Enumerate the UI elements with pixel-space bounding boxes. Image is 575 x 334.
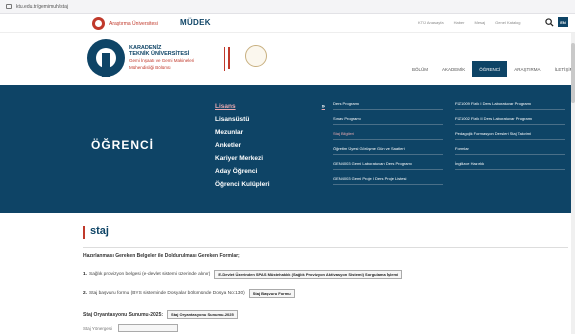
menu-mezunlar-label: Mezunlar (215, 129, 244, 136)
nav-akademik[interactable]: AKADEMİK (435, 61, 472, 77)
menu-lisans[interactable]: Lisans » (215, 100, 325, 113)
submenu-item[interactable]: Sınav Programı (333, 115, 443, 125)
top-links: KTÜ Anasayfa Haber Mesaj Genel Katalog (418, 20, 521, 25)
anniversary-text: Araştırma Üniversitesi (109, 20, 158, 27)
requirement-1: 1. Sağlık provizyon belgesi (e-devlet si… (83, 270, 403, 279)
submenu-item[interactable]: Öğretim Üyesi Görüşme Gün ve Saatleri (333, 145, 443, 155)
language-en-button[interactable]: EN (558, 17, 568, 27)
nav-arastirma[interactable]: ARAŞTIRMA (507, 61, 547, 77)
requirement-2-number: 2. (83, 291, 88, 296)
dept-emblem-icon (228, 47, 233, 69)
requirement-2-text: Staj başvuru formu (BYS sisteminde Dosya… (89, 291, 245, 296)
title-accent-bar (83, 226, 85, 239)
menu-anketler[interactable]: Anketler (215, 139, 325, 152)
menu-lisansustu-label: Lisansüstü (215, 116, 250, 123)
submenu-item[interactable]: FIZ1009 Fizik I Ders Laboratuvar Program… (455, 100, 565, 110)
next-button[interactable] (118, 324, 178, 332)
requirement-2: 2. Staj başvuru formu (BYS sisteminde Do… (83, 289, 295, 298)
logo-stem (102, 53, 110, 77)
student-menu: Lisans » Lisansüstü Mezunlar Anketler Kar… (215, 100, 325, 191)
nav-bolum[interactable]: BÖLÜM (405, 61, 435, 77)
next-label: Staj Yönergesi (83, 326, 113, 331)
menu-kulupler[interactable]: Öğrenci Kulüpleri (215, 178, 325, 191)
spas-query-button[interactable]: E-Devlet Üzerinden SPAS Müstehaklık (Sağ… (214, 270, 403, 279)
menu-kariyer-label: Kariyer Merkezi (215, 155, 264, 162)
application-form-button[interactable]: Staj Başvuru Formu (248, 289, 295, 298)
header-divider (224, 47, 225, 71)
main-nav: BÖLÜM AKADEMİK ÖĞRENCİ ARAŞTIRMA İLETİŞİ… (405, 61, 575, 77)
main-content: staj Hazırlanması Gereken Belgeler ile D… (0, 213, 575, 334)
anniversary-badge-icon (92, 17, 105, 30)
chevron-right-icon: » (321, 103, 325, 110)
browser-url[interactable]: ktu.edu.tr/gemimuh/staj (16, 4, 68, 10)
seal-emblem-icon (245, 45, 267, 67)
requirement-1-number: 1. (83, 272, 88, 277)
submenu-item[interactable]: GEN4003 Gemi Proje I Ders Proje Listesi (333, 175, 443, 185)
section-title: ÖĞRENCİ (91, 138, 155, 152)
nav-ogrenci[interactable]: ÖĞRENCİ (472, 61, 508, 77)
submenu-item[interactable]: Formlar (455, 145, 565, 155)
lock-icon (6, 4, 12, 9)
menu-lisans-label: Lisans (215, 103, 236, 110)
uni-line2: TEKNİK ÜNİVERSİTESİ (129, 51, 190, 57)
scrollbar-thumb[interactable] (571, 43, 575, 103)
menu-aday-label: Aday Öğrenci (215, 168, 258, 175)
top-link-catalog[interactable]: Genel Katalog (495, 20, 520, 25)
dept-line1: Gemi İnşaatı ve Gemi Makineleri (129, 58, 195, 63)
submenu-col-2: Ders Programı Sınav Programı Staj Bilgil… (333, 100, 443, 190)
orientation-label: Staj Oryantasyonu Sunumu-2025: (83, 311, 164, 318)
menu-anketler-label: Anketler (215, 142, 242, 149)
top-link-home[interactable]: KTÜ Anasayfa (418, 20, 444, 25)
top-strip: Araştırma Üniversitesi MÜDEK KTÜ Anasayf… (0, 14, 575, 33)
page-title: staj (90, 225, 109, 237)
submenu-item[interactable]: Ders Programı (333, 100, 443, 110)
search-icon[interactable] (545, 18, 554, 27)
site-header: KARADENİZ TEKNİK ÜNİVERSİTESİ Gemi İnşaa… (0, 33, 575, 85)
submenu-item[interactable]: İngilizce Hazırlık (455, 160, 565, 170)
top-link-news[interactable]: Haber (454, 20, 465, 25)
menu-lisansustu[interactable]: Lisansüstü (215, 113, 325, 126)
requirements-heading: Hazırlanması Gereken Belgeler ile Doldur… (83, 253, 240, 259)
menu-kariyer[interactable]: Kariyer Merkezi (215, 152, 325, 165)
submenu-item[interactable]: FIZ1002 Fizik II Ders Laboratuvar Progra… (455, 115, 565, 125)
orientation-button[interactable]: Staj Oryantasyonu Sunumu-2025 (167, 310, 238, 319)
menu-aday[interactable]: Aday Öğrenci (215, 165, 325, 178)
browser-address-bar[interactable]: ktu.edu.tr/gemimuh/staj (0, 0, 575, 14)
university-name[interactable]: KARADENİZ TEKNİK ÜNİVERSİTESİ Gemi İnşaa… (129, 45, 194, 71)
ktu-logo[interactable] (87, 39, 125, 77)
page: ktu.edu.tr/gemimuh/staj Araştırma Üniver… (0, 0, 575, 334)
submenu-item[interactable]: Pedagojik Formasyon Dersleri Staj Takvim… (455, 130, 565, 140)
content-divider (83, 247, 568, 248)
submenu-item[interactable]: GEN4003 Gemi Laboratuvarı Ders Programı (333, 160, 443, 170)
menu-mezunlar[interactable]: Mezunlar (215, 126, 325, 139)
orientation-row: Staj Oryantasyonu Sunumu-2025: Staj Orya… (83, 310, 238, 319)
top-link-mail[interactable]: Mesaj (474, 20, 485, 25)
anniversary-logo[interactable]: Araştırma Üniversitesi (92, 17, 158, 30)
submenu-item-staj[interactable]: Staj Bilgileri (333, 130, 443, 140)
requirement-1-text: Sağlık provizyon belgesi (e-devlet siste… (89, 272, 211, 277)
mudek-logo[interactable]: MÜDEK (180, 18, 211, 27)
menu-kulupler-label: Öğrenci Kulüpleri (215, 181, 270, 188)
dept-line2: Mühendisliği Bölümü (129, 65, 171, 70)
student-band: ÖĞRENCİ Lisans » Lisansüstü Mezunlar Anke… (0, 85, 575, 213)
page-scrollbar[interactable] (571, 33, 575, 334)
submenu-col-3: FIZ1009 Fizik I Ders Laboratuvar Program… (455, 100, 565, 175)
